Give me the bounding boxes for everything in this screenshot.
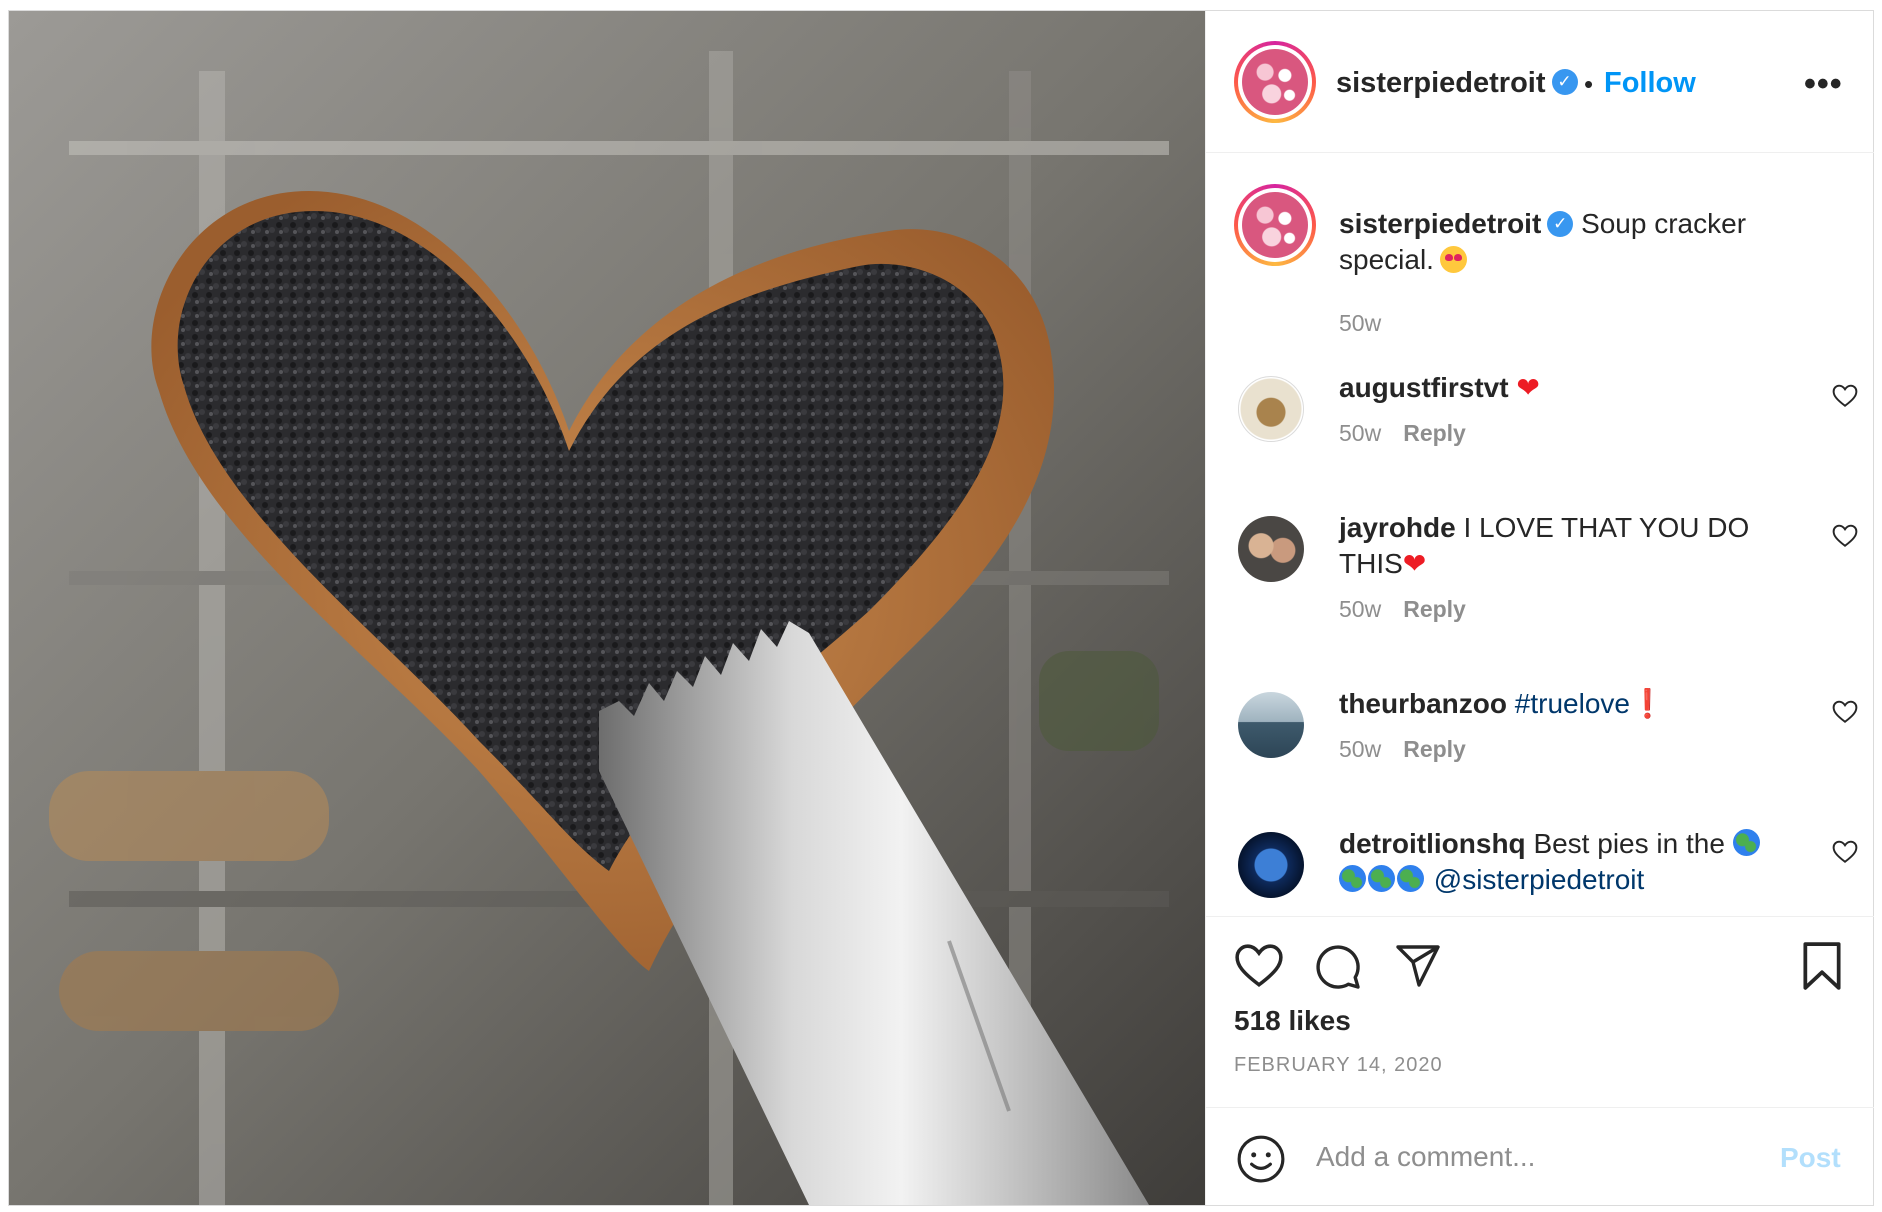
globe-emoji-icon [1368, 865, 1395, 893]
red-exclamation-emoji-icon: ❗ [1629, 688, 1665, 719]
comment-time[interactable]: 50w [1339, 420, 1381, 446]
caption-time[interactable]: 50w [1339, 310, 1381, 336]
post-date[interactable]: FEBRUARY 14, 2020 [1234, 1054, 1443, 1077]
comments-list[interactable]: sisterpiedetroit ✓ Soup cracker special. … [1206, 154, 1874, 915]
caption-text: sisterpiedetroit ✓ Soup cracker special. [1339, 206, 1779, 278]
post-header: sisterpiedetroit ✓ • Follow ••• [1206, 11, 1874, 153]
more-options-icon[interactable]: ••• [1804, 65, 1843, 104]
comment-username[interactable]: theurbanzoo [1339, 688, 1507, 719]
post-actions: 518 likes FEBRUARY 14, 2020 [1206, 916, 1874, 1106]
author-username[interactable]: sisterpiedetroit [1336, 67, 1546, 99]
commenter-avatar[interactable] [1238, 832, 1304, 898]
commenter-avatar[interactable] [1238, 376, 1304, 442]
caption-username[interactable]: sisterpiedetroit [1339, 208, 1541, 239]
comment-username[interactable]: augustfirstvt [1339, 372, 1509, 403]
comment-time[interactable]: 50w [1339, 596, 1381, 622]
comment-text: detroitlionshq Best pies in the @sisterp… [1339, 826, 1779, 898]
comment-input[interactable] [1316, 1134, 1746, 1180]
hashtag-link[interactable]: #truelove [1515, 688, 1630, 719]
share-icon[interactable] [1394, 943, 1442, 989]
caption-avatar-image [1242, 192, 1308, 258]
heart-outline-icon[interactable] [1832, 700, 1858, 724]
likes-count[interactable]: 518 likes [1234, 1005, 1351, 1037]
instagram-post-frame: sisterpiedetroit ✓ • Follow ••• sisterpie… [8, 10, 1874, 1206]
add-comment-bar: Post [1206, 1107, 1874, 1205]
globe-emoji-icon [1339, 865, 1366, 893]
like-heart-icon[interactable] [1234, 943, 1284, 989]
post-comment-button[interactable]: Post [1780, 1142, 1841, 1174]
verified-badge-icon: ✓ [1547, 210, 1574, 237]
post-side-panel: sisterpiedetroit ✓ • Follow ••• sisterpie… [1205, 11, 1874, 1205]
comment-username[interactable]: detroitlionshq [1339, 828, 1526, 859]
comment-icon[interactable] [1314, 943, 1362, 991]
reply-button[interactable]: Reply [1403, 736, 1466, 762]
mention-link[interactable]: @sisterpiedetroit [1434, 864, 1645, 895]
header-separator: • [1584, 69, 1594, 99]
comment-meta: 50w Reply [1339, 596, 1466, 623]
red-heart-emoji-icon: ❤ [1402, 548, 1427, 579]
caption-avatar[interactable] [1234, 184, 1316, 266]
globe-emoji-icon [1732, 829, 1760, 857]
author-avatar-image [1242, 49, 1308, 115]
comment-time[interactable]: 50w [1339, 736, 1381, 762]
comment-text: augustfirstvt ❤ [1339, 370, 1779, 406]
commenter-avatar[interactable] [1238, 692, 1304, 758]
reply-button[interactable]: Reply [1403, 596, 1466, 622]
heart-eyes-emoji-icon [1439, 246, 1467, 274]
heart-outline-icon[interactable] [1832, 384, 1858, 408]
bookmark-icon[interactable] [1800, 941, 1844, 991]
follow-button[interactable]: Follow [1604, 67, 1696, 100]
comment-meta: 50w Reply [1339, 736, 1466, 763]
red-heart-emoji-icon: ❤ [1516, 372, 1540, 403]
commenter-avatar[interactable] [1238, 516, 1304, 582]
caption-meta: 50w [1339, 310, 1381, 337]
comment-text: jayrohde I LOVE THAT YOU DO THIS❤ [1339, 510, 1779, 582]
author-username-row[interactable]: sisterpiedetroit ✓ [1336, 67, 1578, 100]
reply-button[interactable]: Reply [1403, 420, 1466, 446]
globe-emoji-icon [1397, 865, 1424, 893]
comment-text: theurbanzoo #truelove❗ [1339, 686, 1779, 722]
comment-meta: 50w Reply [1339, 420, 1466, 447]
post-photo[interactable] [9, 11, 1205, 1205]
heart-outline-icon[interactable] [1832, 840, 1858, 864]
author-avatar[interactable] [1234, 41, 1316, 123]
comment-body: Best pies in the [1533, 828, 1725, 859]
post-photo-illustration [9, 11, 1205, 1205]
verified-badge-icon: ✓ [1551, 69, 1578, 96]
heart-outline-icon[interactable] [1832, 524, 1858, 548]
comment-username[interactable]: jayrohde [1339, 512, 1456, 543]
smiley-icon[interactable] [1236, 1134, 1286, 1184]
